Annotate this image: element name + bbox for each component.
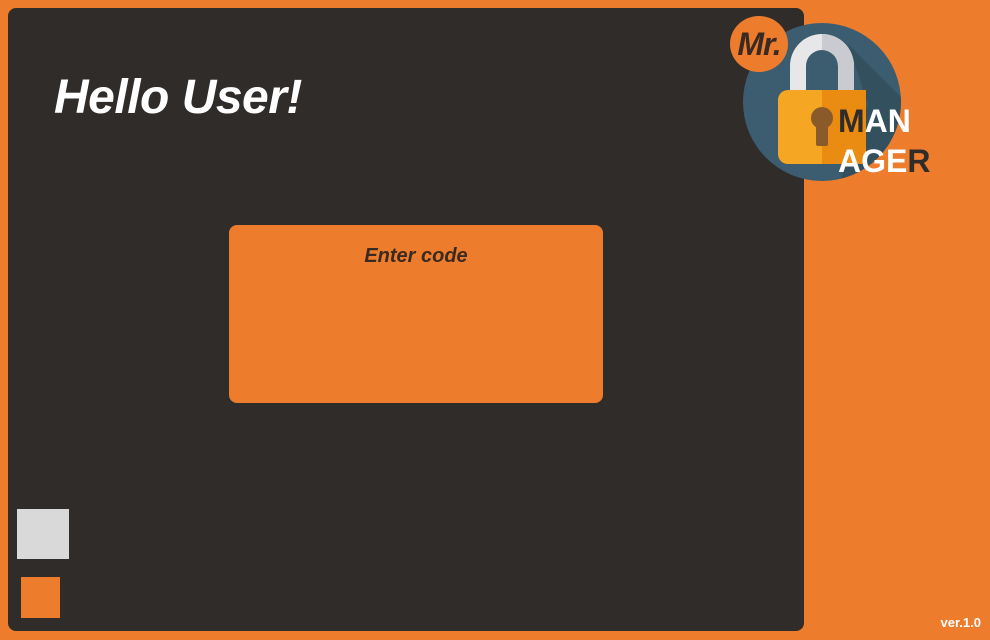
logo-letter-dark: M xyxy=(838,103,865,139)
code-entry-box[interactable]: Enter code xyxy=(229,225,603,403)
logo-word-line2: AGER xyxy=(838,143,930,179)
app-logo: Mr. MAN AGER xyxy=(728,14,938,186)
code-label: Enter code xyxy=(364,245,468,267)
gray-square-button[interactable] xyxy=(17,509,69,559)
greeting-title: Hello User! xyxy=(54,71,302,124)
app-window: Hello User! Enter code Mr. MAN AGER ver.… xyxy=(0,0,990,640)
logo-letter-dark: R xyxy=(907,143,931,179)
logo-word-line1: MAN xyxy=(838,103,911,139)
code-input[interactable] xyxy=(241,281,595,395)
logo-letters-light: AGE xyxy=(838,143,908,179)
main-panel: Hello User! Enter code xyxy=(8,8,804,631)
logo-letters-light: AN xyxy=(864,103,911,139)
keyhole-slot xyxy=(816,122,828,146)
orange-square-button[interactable] xyxy=(21,577,60,618)
logo-mr-badge: Mr. xyxy=(730,16,788,72)
version-label: ver.1.0 xyxy=(940,615,982,630)
